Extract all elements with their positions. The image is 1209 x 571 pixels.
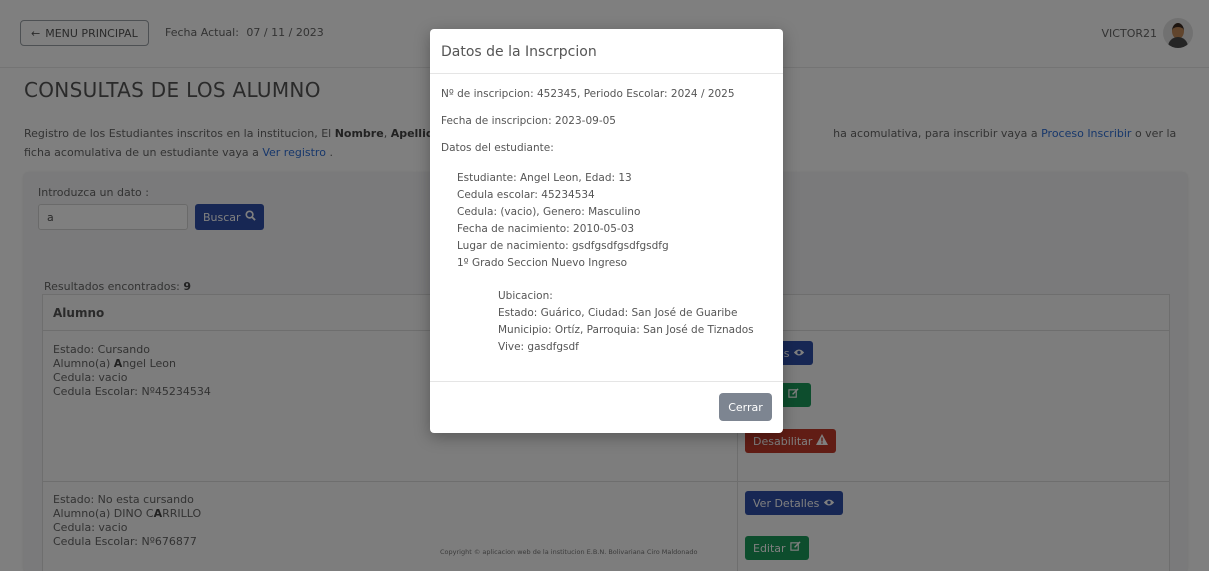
modal-title: Datos de la Inscrpcion <box>441 44 597 60</box>
estudiante-fecha-nacimiento: Fecha de nacimiento: 2010-05-03 <box>457 223 635 235</box>
ubicacion-municipio: Municipio: Ortíz, Parroquia: San José de… <box>498 324 754 336</box>
estudiante-cedula-genero: Cedula: (vacio), Genero: Masculino <box>457 206 641 218</box>
datos-estudiante-label: Datos del estudiante: <box>441 142 554 154</box>
estudiante-cedula-escolar: Cedula escolar: 45234534 <box>457 189 595 201</box>
estudiante-lugar-nacimiento: Lugar de nacimiento: gsdfgsdfgsdfgsdfg <box>457 240 669 252</box>
ubicacion-label: Ubicacion: <box>498 290 553 302</box>
estudiante-nombre: Estudiante: Angel Leon, Edad: 13 <box>457 172 632 184</box>
ubicacion-vive: Vive: gasdfgsdf <box>498 341 579 353</box>
ubicacion-estado-ciudad: Estado: Guárico, Ciudad: San José de Gua… <box>498 307 738 319</box>
modal-header: Datos de la Inscrpcion <box>430 29 783 74</box>
inscripcion-numero: Nº de inscripcion: 452345, Periodo Escol… <box>441 88 735 100</box>
modal-footer-divider <box>430 381 783 382</box>
inscripcion-modal: Datos de la Inscrpcion Nº de inscripcion… <box>430 29 783 433</box>
cerrar-button[interactable]: Cerrar <box>719 393 772 421</box>
estudiante-grado: 1º Grado Seccion Nuevo Ingreso <box>457 257 628 269</box>
inscripcion-fecha: Fecha de inscripcion: 2023-09-05 <box>441 115 616 127</box>
